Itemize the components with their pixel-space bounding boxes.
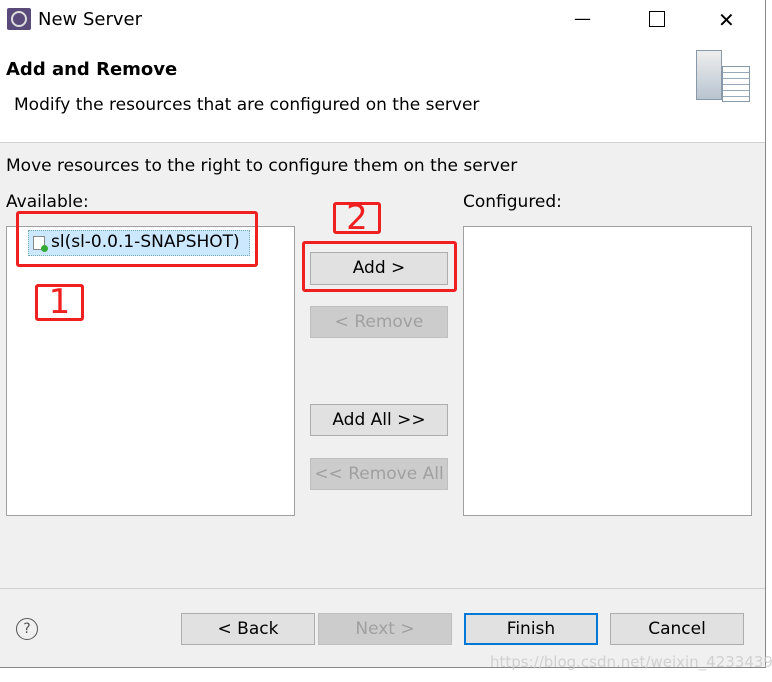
remove-button[interactable]: < Remove — [310, 306, 448, 338]
page-subtitle: Modify the resources that are configured… — [14, 95, 480, 115]
watermark: https://blog.csdn.net/weixin_42334396 — [490, 653, 772, 671]
annotation-label-2: 2 — [333, 201, 381, 235]
finish-button[interactable]: Finish — [464, 613, 598, 645]
document-icon — [722, 66, 750, 102]
cancel-button[interactable]: Cancel — [610, 613, 744, 645]
next-button[interactable]: Next > — [318, 613, 452, 645]
wizard-header: Add and Remove Modify the resources that… — [0, 40, 765, 143]
page-title: Add and Remove — [6, 59, 178, 80]
annotation-label-1: 1 — [35, 284, 84, 321]
window-title: New Server — [38, 9, 143, 30]
server-icon — [696, 50, 722, 100]
title-bar: New Server — ✕ — [0, 0, 765, 40]
instruction-text: Move resources to the right to configure… — [6, 156, 518, 176]
footer-separator — [0, 588, 765, 589]
eclipse-gear-icon — [7, 8, 31, 30]
add-all-button[interactable]: Add All >> — [310, 404, 448, 436]
remove-all-button[interactable]: << Remove All — [310, 458, 448, 490]
back-button[interactable]: < Back — [181, 613, 315, 645]
available-label: Available: — [6, 192, 89, 212]
configured-list[interactable] — [463, 226, 752, 516]
minimize-button[interactable]: — — [574, 9, 591, 29]
available-list[interactable]: sl(sl-0.0.1-SNAPSHOT) — [6, 226, 295, 516]
help-icon[interactable]: ? — [16, 618, 38, 640]
maximize-button[interactable] — [649, 11, 665, 27]
annotation-box-add — [302, 241, 457, 292]
annotation-box-item — [16, 211, 258, 267]
configured-label: Configured: — [463, 192, 562, 212]
close-button[interactable]: ✕ — [718, 8, 735, 32]
